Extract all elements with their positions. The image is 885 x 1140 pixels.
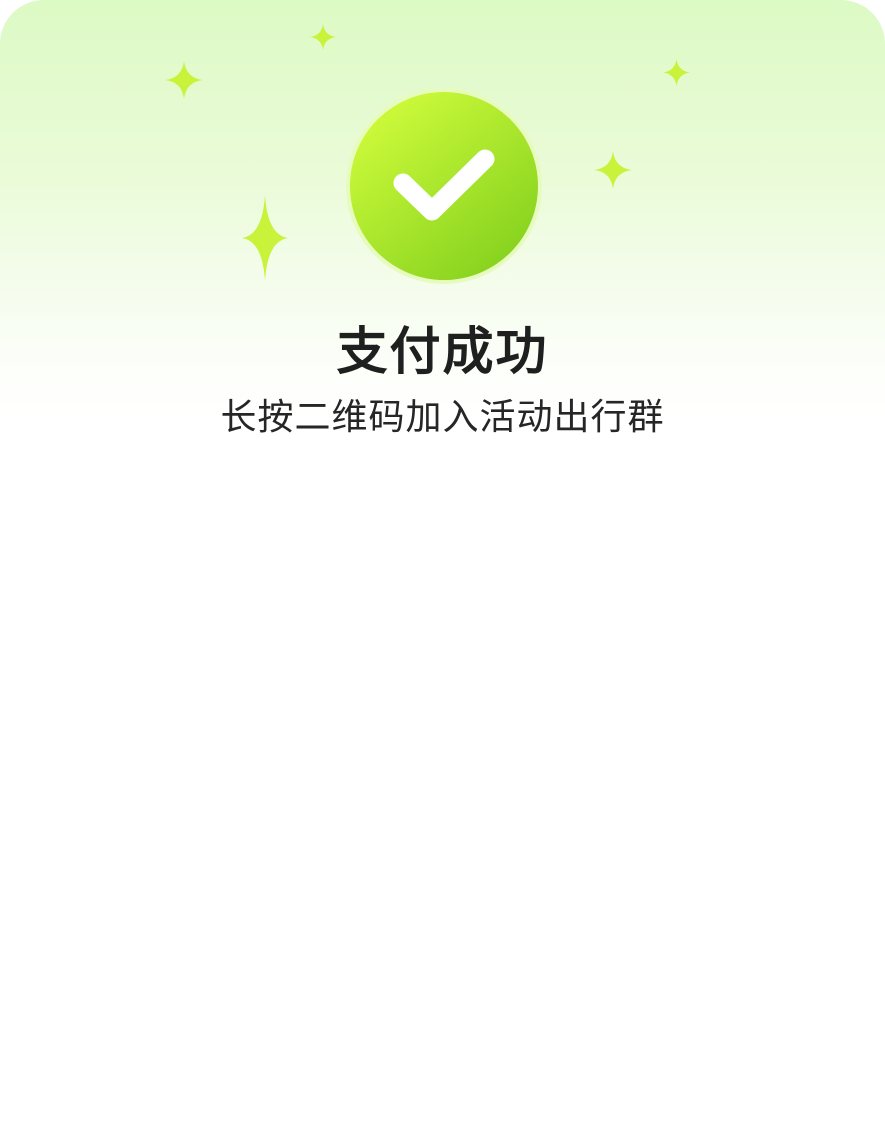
sparkle-icon	[594, 151, 632, 189]
check-circle-icon	[346, 88, 542, 284]
sparkle-icon	[242, 195, 288, 281]
payment-success-panel: 支付成功 长按二维码加入活动出行群	[0, 0, 885, 1140]
page-title: 支付成功	[336, 323, 549, 382]
sparkle-icon	[663, 59, 690, 86]
sparkle-icon	[310, 24, 336, 50]
sparkle-icon	[165, 61, 203, 99]
instruction-text: 长按二维码加入活动出行群	[220, 397, 665, 438]
